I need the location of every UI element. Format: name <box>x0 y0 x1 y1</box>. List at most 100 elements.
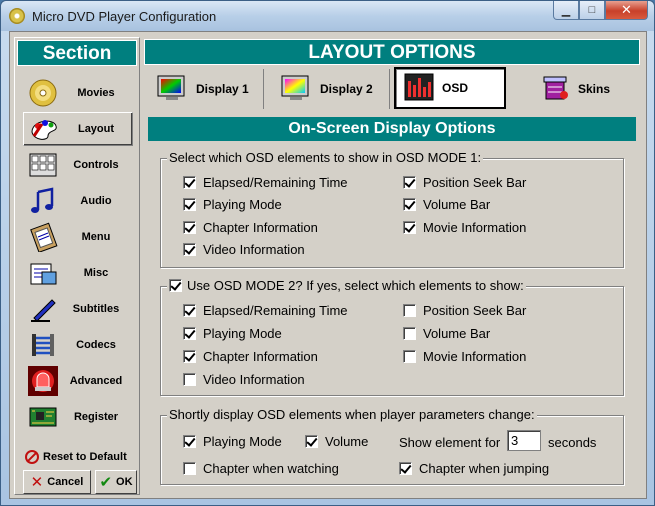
checkbox-label: Video Information <box>203 372 305 387</box>
use-osd-mode-2-checkbox[interactable]: Use OSD MODE 2? If yes, select which ele… <box>167 278 526 293</box>
show-element-for-label: Show element for <box>399 435 501 450</box>
disc-icon <box>27 78 59 108</box>
osd1-volume-bar-checkbox[interactable]: Volume Bar <box>403 197 490 212</box>
sidebar-item-misc[interactable]: Misc <box>23 256 133 290</box>
checkbox-box[interactable] <box>183 304 196 317</box>
minimize-button[interactable]: ▁ <box>553 1 579 20</box>
config-window: Micro DVD Player Configuration ▁ □ ✕ Sec… <box>0 0 655 506</box>
shortly-volume-checkbox[interactable]: Volume <box>305 434 368 449</box>
tab-display-2[interactable]: Display 2 <box>272 69 390 109</box>
notepad-icon <box>27 258 59 288</box>
osd2-position-seek-bar-checkbox[interactable]: Position Seek Bar <box>403 303 526 318</box>
osd1-chapter-info-checkbox[interactable]: Chapter Information <box>183 220 318 235</box>
shortly-display-group: Shortly display OSD elements when player… <box>160 407 624 485</box>
checkbox-box[interactable] <box>183 373 196 386</box>
checkbox-box[interactable] <box>399 462 412 475</box>
checkbox-box[interactable] <box>169 279 182 292</box>
checkbox-box[interactable] <box>183 327 196 340</box>
checkbox-box[interactable] <box>183 221 196 234</box>
shortly-playing-mode-checkbox[interactable]: Playing Mode <box>183 434 282 449</box>
checkbox-box[interactable] <box>183 243 196 256</box>
maximize-button[interactable]: □ <box>579 1 605 20</box>
sidebar-item-layout[interactable]: Layout <box>23 112 133 146</box>
sidebar-item-menu[interactable]: Menu <box>23 220 133 254</box>
checkbox-box[interactable] <box>183 462 196 475</box>
checkbox-box[interactable] <box>305 435 318 448</box>
tab-display-1[interactable]: Display 1 <box>148 69 264 109</box>
tab-label: Skins <box>578 82 611 96</box>
osd1-video-info-checkbox[interactable]: Video Information <box>183 242 305 257</box>
sidebar-item-label: Advanced <box>69 375 123 387</box>
pen-icon <box>27 294 59 324</box>
seconds-label: seconds <box>548 435 597 450</box>
cancel-button[interactable]: ✕ Cancel <box>23 470 91 494</box>
sidebar-item-label: Layout <box>77 123 115 135</box>
sidebar-item-register[interactable]: Register <box>23 400 133 434</box>
osd2-movie-info-checkbox[interactable]: Movie Information <box>403 349 526 364</box>
sidebar-item-label: Codecs <box>76 339 116 351</box>
osd2-video-info-checkbox[interactable]: Video Information <box>183 372 305 387</box>
checkbox-label: Playing Mode <box>203 197 282 212</box>
checkbox-box[interactable] <box>183 198 196 211</box>
title-bar[interactable]: Micro DVD Player Configuration ▁ □ ✕ <box>1 1 654 31</box>
osd1-elapsed-time-checkbox[interactable]: Elapsed/Remaining Time <box>183 175 348 190</box>
sidebar-item-advanced[interactable]: Advanced <box>23 364 133 398</box>
sidebar-item-label: Audio <box>80 195 112 207</box>
tab-label: OSD <box>442 81 469 95</box>
seconds-input[interactable]: 3 <box>507 430 541 451</box>
checkbox-label: Playing Mode <box>203 326 282 341</box>
checkbox-box[interactable] <box>403 176 416 189</box>
checkbox-label: Chapter Information <box>203 220 318 235</box>
clipboard-icon <box>27 222 59 252</box>
reset-label: Reset to Default <box>43 451 127 463</box>
osd-mode-2-legend: Use OSD MODE 2? If yes, select which ele… <box>187 278 524 293</box>
osd1-position-seek-bar-checkbox[interactable]: Position Seek Bar <box>403 175 526 190</box>
ok-label: OK <box>116 476 133 488</box>
sidebar-item-subtitles[interactable]: Subtitles <box>23 292 133 326</box>
sidebar-item-movies[interactable]: Movies <box>23 76 133 110</box>
sidebar-item-codecs[interactable]: Codecs <box>23 328 133 362</box>
reset-to-default-button[interactable]: Reset to Default <box>25 450 127 464</box>
monitor-icon <box>156 74 188 105</box>
page-title: LAYOUT OPTIONS <box>144 39 640 65</box>
chapter-when-watching-checkbox[interactable]: Chapter when watching <box>183 461 339 476</box>
osd2-playing-mode-checkbox[interactable]: Playing Mode <box>183 326 282 341</box>
checkbox-label: Chapter when watching <box>203 461 339 476</box>
paint-jar-icon <box>540 73 570 106</box>
tab-osd[interactable]: OSD <box>394 67 506 109</box>
osd1-movie-info-checkbox[interactable]: Movie Information <box>403 220 526 235</box>
no-entry-icon <box>25 450 39 464</box>
sidebar-item-label: Register <box>73 411 119 423</box>
checkbox-box[interactable] <box>403 350 416 363</box>
checkbox-label: Position Seek Bar <box>423 303 527 318</box>
sidebar-item-label: Menu <box>81 231 111 243</box>
sidebar-item-label: Subtitles <box>72 303 120 315</box>
checkbox-box[interactable] <box>403 221 416 234</box>
checkbox-box[interactable] <box>403 198 416 211</box>
checkbox-box[interactable] <box>403 327 416 340</box>
music-notes-icon <box>27 186 59 216</box>
sidebar-item-controls[interactable]: Controls <box>23 148 133 182</box>
chapter-when-jumping-checkbox[interactable]: Chapter when jumping <box>399 461 549 476</box>
checkbox-label: Elapsed/Remaining Time <box>203 303 348 318</box>
checkbox-label: Chapter Information <box>203 349 318 364</box>
checkbox-box[interactable] <box>183 350 196 363</box>
client-area: Section Movies Layout Controls Audio Men… <box>9 31 647 499</box>
checkbox-box[interactable] <box>403 304 416 317</box>
close-button[interactable]: ✕ <box>605 1 648 20</box>
sidebar-item-label: Movies <box>77 87 115 99</box>
checkbox-box[interactable] <box>183 435 196 448</box>
tab-skins[interactable]: Skins <box>532 69 636 109</box>
checkbox-label: Playing Mode <box>203 434 282 449</box>
sidebar-item-audio[interactable]: Audio <box>23 184 133 218</box>
osd2-elapsed-time-checkbox[interactable]: Elapsed/Remaining Time <box>183 303 348 318</box>
section-sidebar: Section Movies Layout Controls Audio Men… <box>14 37 140 495</box>
section-heading: Section <box>17 40 137 66</box>
osd2-volume-bar-checkbox[interactable]: Volume Bar <box>403 326 490 341</box>
checkbox-box[interactable] <box>183 176 196 189</box>
osd1-playing-mode-checkbox[interactable]: Playing Mode <box>183 197 282 212</box>
ok-button[interactable]: ✔ OK <box>95 470 137 494</box>
equalizer-icon <box>404 73 434 104</box>
osd2-chapter-info-checkbox[interactable]: Chapter Information <box>183 349 318 364</box>
spring-icon <box>27 330 59 360</box>
